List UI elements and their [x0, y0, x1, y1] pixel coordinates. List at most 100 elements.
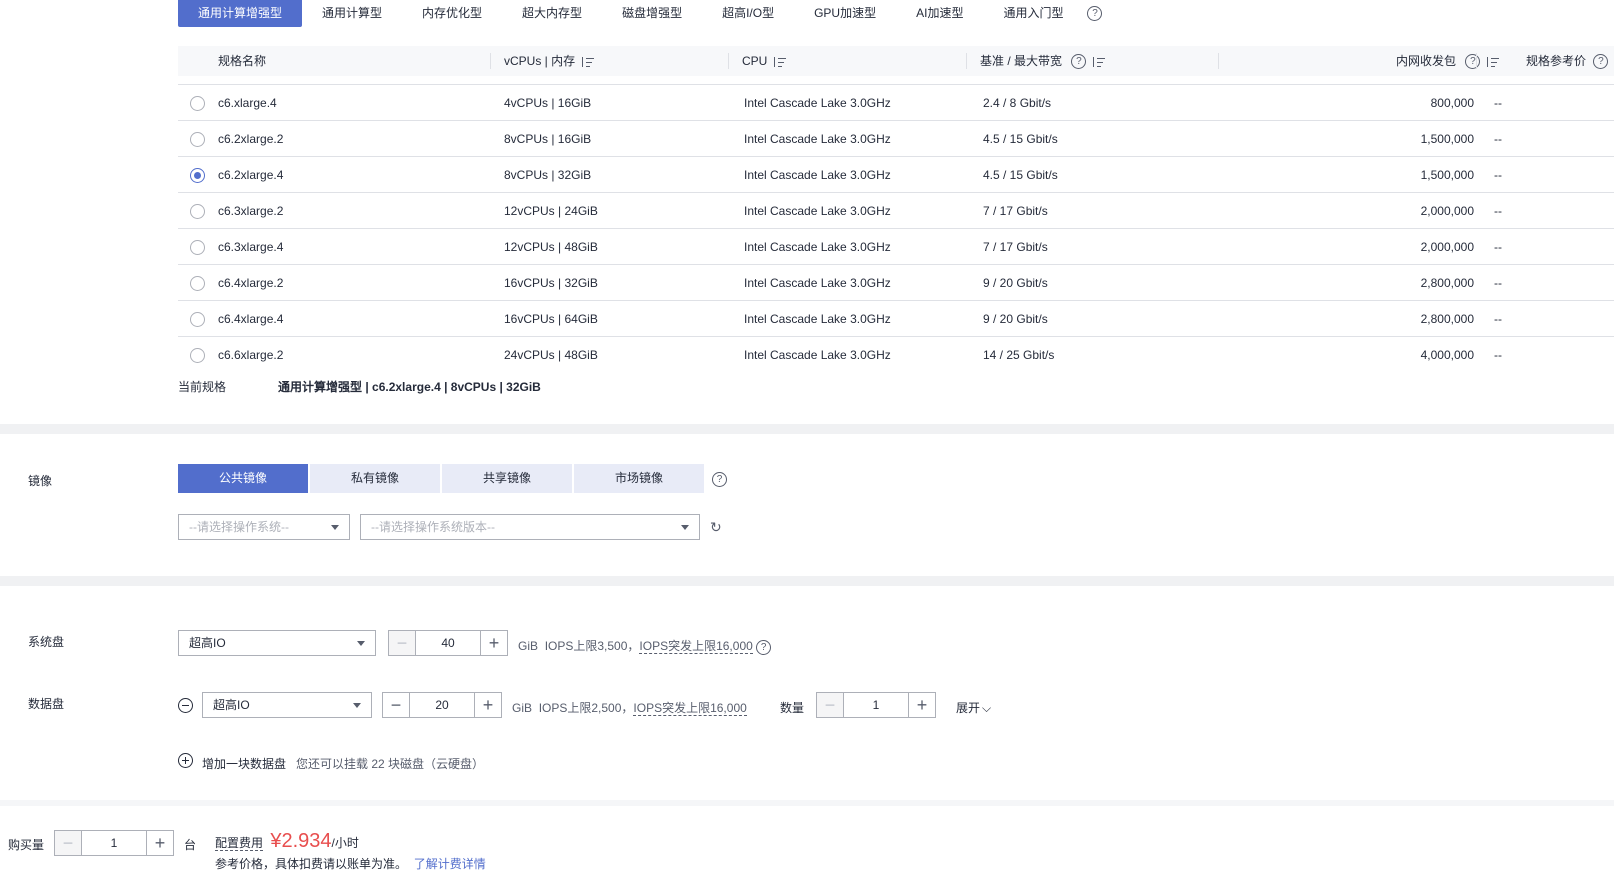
select-radio[interactable]: [190, 204, 205, 219]
col-name-header: 规格名称: [218, 54, 267, 68]
spec-table-body: c6.xlarge.4 4vCPUs | 16GiB Intel Cascade L…: [178, 84, 1614, 363]
cell-bandwidth: 7 / 17 Gbit/s: [983, 240, 1048, 254]
current-spec-value: 通用计算增强型 | c6.2xlarge.4 | 8vCPUs | 32GiB: [278, 380, 541, 394]
tab-memory-optimized[interactable]: 内存优化型: [402, 0, 502, 27]
tab-market-image[interactable]: 市场镜像: [574, 464, 704, 493]
help-icon[interactable]: ?: [1465, 54, 1481, 70]
help-icon[interactable]: ?: [1593, 54, 1609, 70]
table-row[interactable]: c6.4xlarge.4 16vCPUs | 64GiB Intel Cascade…: [178, 301, 1614, 337]
data-disk-label: 数据盘: [28, 697, 65, 711]
tab-gpu[interactable]: GPU加速型: [794, 0, 896, 27]
decrement-button[interactable]: −: [383, 693, 410, 717]
increment-button[interactable]: +: [908, 693, 935, 717]
cell-name: c6.4xlarge.4: [218, 312, 284, 326]
cell-price: --: [1494, 312, 1502, 326]
cell-bandwidth: 14 / 25 Gbit/s: [983, 348, 1055, 362]
burst-tooltip-trigger[interactable]: IOPS突发上限16,000: [633, 701, 747, 716]
add-data-disk-button[interactable]: 增加一块数据盘: [202, 755, 286, 772]
system-disk-size-stepper[interactable]: − 40 +: [388, 630, 508, 656]
fee-label[interactable]: 配置费用: [215, 836, 264, 851]
data-disk-count-stepper[interactable]: − 1 +: [816, 692, 936, 718]
col-pps-header[interactable]: 内网收发包 ?: [1396, 46, 1500, 76]
tab-public-image[interactable]: 公共镜像: [178, 464, 308, 493]
decrement-button[interactable]: −: [817, 693, 844, 717]
os-version-select[interactable]: --请选择操作系统版本--: [360, 514, 700, 540]
cell-pps: 800,000: [1430, 96, 1474, 110]
table-row[interactable]: c6.3xlarge.4 12vCPUs | 48GiB Intel Cascade…: [178, 229, 1614, 265]
system-disk-size-value[interactable]: 40: [416, 631, 480, 655]
add-disk-icon[interactable]: [178, 753, 193, 768]
sort-icon[interactable]: [581, 56, 595, 68]
cell-cpu: Intel Cascade Lake 3.0GHz: [744, 240, 891, 254]
col-bandwidth-header[interactable]: 基准 / 最大带宽 ?: [980, 46, 1106, 76]
cell-price: --: [1494, 276, 1502, 290]
data-disk-size-value[interactable]: 20: [410, 693, 474, 717]
cell-vcpu: 12vCPUs | 48GiB: [504, 240, 598, 254]
select-radio[interactable]: [190, 348, 205, 363]
tab-large-memory[interactable]: 超大内存型: [502, 0, 602, 27]
increment-button[interactable]: +: [480, 631, 507, 655]
cell-pps: 2,000,000: [1420, 204, 1474, 218]
image-type-tabs: 公共镜像 私有镜像 共享镜像 市场镜像 ?: [178, 464, 727, 493]
tab-high-io[interactable]: 超高I/O型: [702, 0, 794, 27]
purchase-quantity-stepper[interactable]: − 1 +: [54, 830, 174, 856]
cell-pps: 2,800,000: [1420, 276, 1474, 290]
sort-icon[interactable]: [1092, 56, 1106, 68]
help-icon[interactable]: ?: [1071, 54, 1087, 70]
billing-details-link[interactable]: 了解计费详情: [414, 857, 486, 871]
tab-entry-level[interactable]: 通用入门型: [983, 0, 1083, 27]
tab-ai[interactable]: AI加速型: [896, 0, 983, 27]
cell-name: c6.4xlarge.2: [218, 276, 284, 290]
tab-shared-image[interactable]: 共享镜像: [442, 464, 572, 493]
purchase-quantity-value[interactable]: 1: [82, 831, 146, 855]
cell-name: c6.3xlarge.4: [218, 240, 284, 254]
table-row[interactable]: c6.2xlarge.2 8vCPUs | 16GiB Intel Cascade …: [178, 121, 1614, 157]
cell-bandwidth: 2.4 / 8 Gbit/s: [983, 96, 1052, 110]
burst-tooltip-trigger[interactable]: IOPS突发上限16,000: [639, 639, 753, 654]
cell-bandwidth: 4.5 / 15 Gbit/s: [983, 132, 1058, 146]
cell-pps: 2,000,000: [1420, 240, 1474, 254]
cell-pps: 2,800,000: [1420, 312, 1474, 326]
data-disk-type-select[interactable]: 超高IO: [202, 692, 372, 718]
decrement-button[interactable]: −: [55, 831, 82, 855]
decrement-button[interactable]: −: [389, 631, 416, 655]
tab-private-image[interactable]: 私有镜像: [310, 464, 440, 493]
tab-general-compute[interactable]: 通用计算型: [302, 0, 402, 27]
cell-cpu: Intel Cascade Lake 3.0GHz: [744, 312, 891, 326]
col-vcpu-header[interactable]: vCPUs | 内存: [504, 46, 595, 76]
increment-button[interactable]: +: [474, 693, 501, 717]
help-icon[interactable]: ?: [1087, 6, 1103, 21]
sort-icon[interactable]: [1486, 56, 1500, 68]
cell-cpu: Intel Cascade Lake 3.0GHz: [744, 168, 891, 182]
select-radio[interactable]: [190, 96, 205, 111]
sort-icon[interactable]: [773, 56, 787, 68]
select-radio[interactable]: [190, 132, 205, 147]
data-disk-size-stepper[interactable]: − 20 +: [382, 692, 502, 718]
price-line: 配置费用 ¥2.934/小时: [215, 830, 359, 853]
select-radio[interactable]: [190, 276, 205, 291]
system-disk-type-select[interactable]: 超高IO: [178, 630, 376, 656]
table-row[interactable]: c6.4xlarge.2 16vCPUs | 32GiB Intel Cascade…: [178, 265, 1614, 301]
table-row[interactable]: c6.2xlarge.4 8vCPUs | 32GiB Intel Cascade …: [178, 157, 1614, 193]
add-disk-quota-note: 您还可以挂载 22 块磁盘（云硬盘）: [296, 757, 485, 771]
select-radio[interactable]: [190, 168, 205, 183]
select-radio[interactable]: [190, 312, 205, 327]
section-divider: [0, 576, 1614, 586]
spec-table-header: 规格名称 vCPUs | 内存 CPU 基准 / 最大带宽 ? 内网收发包 ? …: [178, 46, 1614, 76]
increment-button[interactable]: +: [146, 831, 173, 855]
help-icon[interactable]: ?: [712, 472, 727, 487]
table-row[interactable]: c6.3xlarge.2 12vCPUs | 24GiB Intel Cascade…: [178, 193, 1614, 229]
remove-disk-icon[interactable]: [178, 698, 193, 713]
help-icon[interactable]: ?: [756, 640, 772, 655]
tab-disk-intensive[interactable]: 磁盘增强型: [602, 0, 702, 27]
select-radio[interactable]: [190, 240, 205, 255]
table-row[interactable]: c6.6xlarge.2 24vCPUs | 48GiB Intel Cascade…: [178, 337, 1614, 363]
col-cpu-header[interactable]: CPU: [742, 46, 787, 76]
table-row[interactable]: c6.xlarge.4 4vCPUs | 16GiB Intel Cascade L…: [178, 85, 1614, 121]
os-select[interactable]: --请选择操作系统--: [178, 514, 350, 540]
tab-general-enhanced[interactable]: 通用计算增强型: [178, 0, 303, 27]
chevron-down-icon: ⌵: [982, 701, 992, 715]
data-disk-count-value[interactable]: 1: [844, 693, 908, 717]
expand-toggle[interactable]: 展开 ⌵: [956, 699, 991, 716]
refresh-icon[interactable]: ↻: [710, 520, 724, 534]
